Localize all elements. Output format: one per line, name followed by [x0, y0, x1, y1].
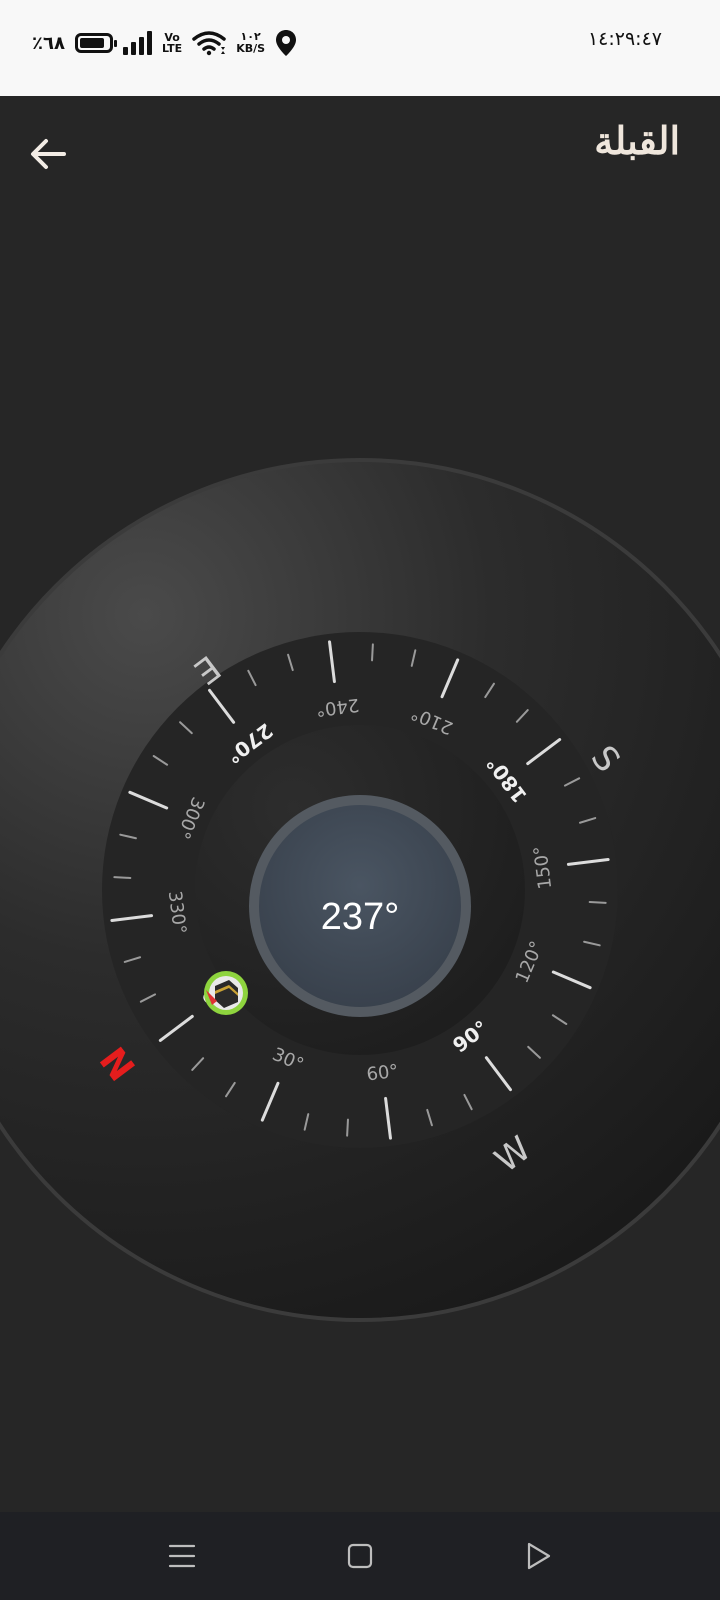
nav-back-button[interactable]	[516, 1534, 560, 1578]
home-square-icon	[347, 1543, 373, 1569]
kaaba-icon	[204, 971, 248, 1015]
degree-label: 60°	[365, 1061, 399, 1086]
nav-home-button[interactable]	[338, 1534, 382, 1578]
nav-menu-button[interactable]	[160, 1534, 204, 1578]
compass-tick	[346, 1118, 349, 1137]
compass-tick	[588, 901, 607, 904]
compass-tick	[371, 643, 374, 662]
qibla-compass: 0°30°60°90°120°150°180°210°240°270°300°3…	[0, 458, 720, 1322]
menu-icon	[168, 1544, 196, 1568]
back-triangle-icon	[527, 1542, 551, 1570]
system-nav-bar	[0, 1512, 720, 1600]
compass-tick	[113, 876, 132, 879]
compass-heading: 237°	[321, 896, 400, 938]
